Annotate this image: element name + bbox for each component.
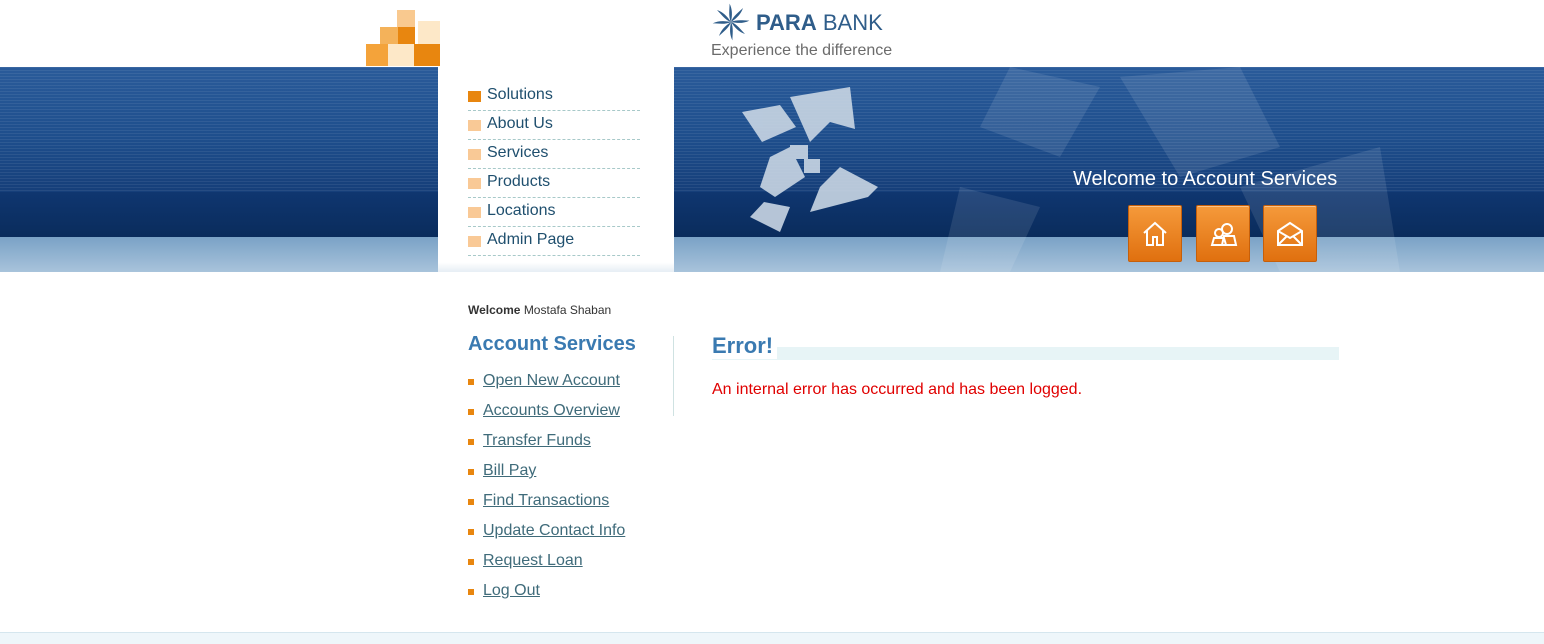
footer — [0, 632, 1544, 644]
home-button[interactable] — [1128, 205, 1182, 262]
bullet-icon — [468, 499, 474, 505]
nav-bullet-icon — [468, 178, 481, 189]
bullet-icon — [468, 469, 474, 475]
home-icon — [1143, 221, 1167, 246]
tagline: Experience the difference — [711, 42, 893, 59]
logo-squares-graphic — [366, 10, 440, 66]
account-services-title: Account Services — [468, 333, 636, 355]
bill-pay-link[interactable]: Bill Pay — [483, 462, 536, 480]
open-new-account-link[interactable]: Open New Account — [483, 372, 620, 390]
about-button[interactable] — [1196, 205, 1250, 262]
accounts-overview-link[interactable]: Accounts Overview — [483, 402, 620, 420]
nav-bullet-icon — [468, 207, 481, 218]
bullet-icon — [468, 589, 474, 595]
nav-bullet-icon — [468, 149, 481, 160]
banner-welcome-text: Welcome to Account Services — [1073, 168, 1338, 190]
nav-item-services[interactable]: Services — [468, 140, 640, 169]
bullet-icon — [468, 439, 474, 445]
request-loan-link[interactable]: Request Loan — [483, 552, 583, 570]
transfer-funds-link[interactable]: Transfer Funds — [483, 432, 591, 450]
nav-item-solutions[interactable]: Solutions — [468, 82, 640, 111]
nav-bullet-icon — [468, 91, 481, 102]
nav-bullet-icon — [468, 236, 481, 247]
brand-name: PARA BANK — [756, 10, 883, 35]
update-contact-info-link[interactable]: Update Contact Info — [483, 522, 625, 540]
nav-item-products[interactable]: Products — [468, 169, 640, 198]
pinwheel-logo-icon — [712, 3, 750, 41]
welcome-message: Welcome Mostafa Shaban — [468, 303, 612, 317]
bullet-icon — [468, 529, 474, 535]
nav-item-about-us[interactable]: About Us — [468, 111, 640, 140]
log-out-link[interactable]: Log Out — [483, 582, 540, 600]
nav-bullet-icon — [468, 120, 481, 131]
nav-item-admin-page[interactable]: Admin Page — [468, 227, 640, 256]
top-nav: Solutions About Us Services Products Loc… — [468, 82, 640, 256]
bullet-icon — [468, 559, 474, 565]
error-message: An internal error has occurred and has b… — [712, 381, 1083, 398]
find-transactions-link[interactable]: Find Transactions — [483, 492, 609, 510]
panel-divider — [673, 336, 674, 416]
user-name: Mostafa Shaban — [523, 303, 612, 317]
contact-button[interactable] — [1263, 205, 1317, 262]
page-title: Error! — [712, 333, 778, 359]
nav-item-locations[interactable]: Locations — [468, 198, 640, 227]
envelope-icon — [1277, 221, 1303, 246]
bullet-icon — [468, 379, 474, 385]
title-underline-bar — [712, 347, 1339, 360]
bullet-icon — [468, 409, 474, 415]
people-icon — [1210, 222, 1238, 246]
